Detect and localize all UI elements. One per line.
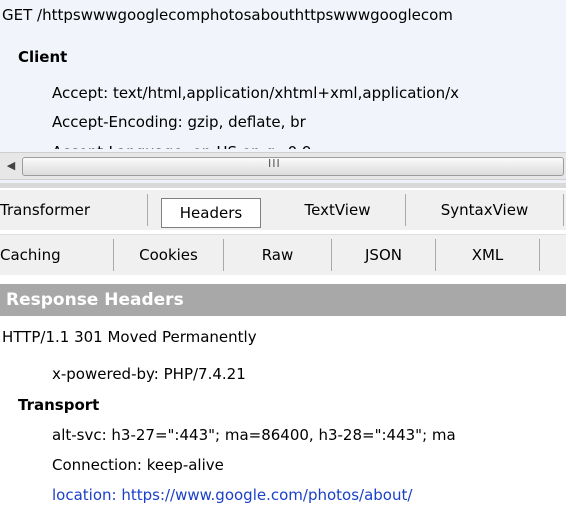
request-header-accept-encoding[interactable]: Accept-Encoding: gzip, deflate, br bbox=[52, 111, 306, 133]
inspector-tabs-row-2: Caching Cookies Raw JSON XML bbox=[0, 234, 576, 275]
response-header-connection[interactable]: Connection: keep-alive bbox=[52, 454, 224, 476]
response-headers-pane: HTTP/1.1 301 Moved Permanently x-powered… bbox=[0, 316, 576, 522]
tab-cookies[interactable]: Cookies bbox=[114, 239, 224, 271]
tab-xml[interactable]: XML bbox=[436, 239, 540, 271]
request-line[interactable]: GET /httpswwwgooglecomphotosabouthttpsww… bbox=[2, 4, 453, 26]
scrollbar-grip-icon: III bbox=[268, 157, 281, 170]
tab-transformer[interactable]: Transformer bbox=[0, 194, 148, 226]
tab-headers[interactable]: Headers bbox=[161, 198, 261, 228]
pane-splitter[interactable] bbox=[0, 183, 576, 188]
response-header-x-powered-by[interactable]: x-powered-by: PHP/7.4.21 bbox=[52, 363, 246, 385]
tab-syntaxview[interactable]: SyntaxView bbox=[406, 194, 564, 226]
tab-json[interactable]: JSON bbox=[332, 239, 436, 271]
tab-textview[interactable]: TextView bbox=[270, 194, 406, 226]
response-status-line[interactable]: HTTP/1.1 301 Moved Permanently bbox=[2, 326, 257, 348]
client-group-heading[interactable]: Client bbox=[18, 46, 67, 68]
response-headers-title: Response Headers bbox=[6, 290, 184, 310]
response-headers-title-bar: Response Headers bbox=[0, 284, 576, 316]
right-border bbox=[566, 0, 576, 522]
inspector-tabs-row-1: Transformer Headers TextView SyntaxView bbox=[0, 190, 576, 230]
tab-caching[interactable]: Caching bbox=[0, 239, 114, 271]
transport-group-heading[interactable]: Transport bbox=[18, 394, 99, 416]
response-header-location-link[interactable]: location: https://www.google.com/photos/… bbox=[52, 484, 412, 506]
scrollbar-thumb[interactable]: III bbox=[22, 157, 564, 176]
horizontal-scrollbar[interactable]: ◀ III bbox=[0, 152, 566, 180]
response-header-alt-svc[interactable]: alt-svc: h3-27=":443"; ma=86400, h3-28="… bbox=[52, 424, 456, 446]
tab-raw[interactable]: Raw bbox=[224, 239, 332, 271]
request-headers-pane: GET /httpswwwgooglecomphotosabouthttpsww… bbox=[0, 0, 576, 188]
request-header-accept-language[interactable]: Accept-Language: en-US,en;q=0.9 bbox=[52, 141, 312, 149]
request-header-accept[interactable]: Accept: text/html,application/xhtml+xml,… bbox=[52, 82, 459, 104]
scroll-left-arrow-icon[interactable]: ◀ bbox=[2, 157, 20, 175]
